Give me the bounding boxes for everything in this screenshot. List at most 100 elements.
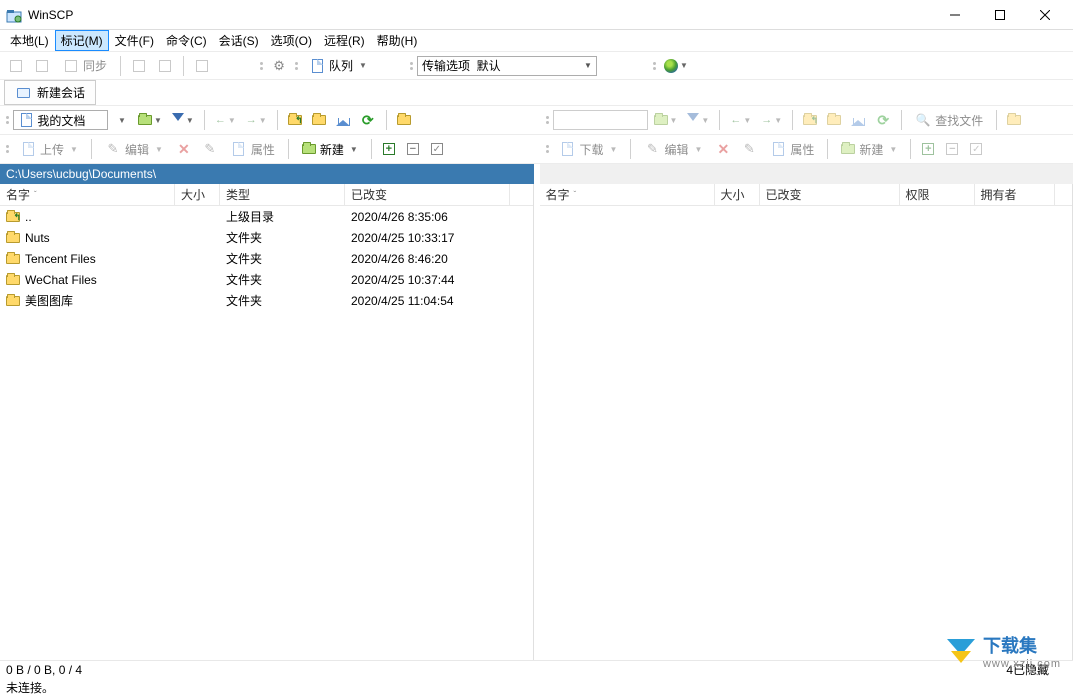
left-filter-button[interactable]: ▼ [168,109,198,131]
left-delete-button: ✕ [172,138,196,160]
menu-mark[interactable]: 标记(M) [55,30,109,51]
left-drive-label: 我的文档 [37,112,85,129]
file-name: Nuts [25,231,50,245]
col-changed[interactable]: 已改变 [345,184,510,205]
right-home-button [847,109,869,131]
toggle-2-icon [153,55,177,77]
window-title: WinSCP [28,8,932,22]
left-nav-toolbar: 我的文档 ▼ ▼ ▼ ←▼ →▼ ⟳ [0,106,534,134]
right-check-button: ✓ [965,138,987,160]
left-open-folder-button[interactable]: ▼ [134,109,166,131]
col-size[interactable]: 大小 [715,184,760,205]
menu-options[interactable]: 选项(O) [265,30,318,51]
selection-text: 0 B / 0 B, 0 / 4 [6,663,82,677]
connection-status-bar: 未连接。 [0,678,1073,696]
right-open-folder-button: ▼ [650,109,682,131]
file-changed: 2020/4/25 11:04:54 [345,292,510,310]
menu-bar: 本地(L) 标记(M) 文件(F) 命令(C) 会话(S) 选项(O) 远程(R… [0,30,1073,52]
table-row[interactable]: 美图图库文件夹2020/4/25 11:04:54 [0,290,533,311]
right-parent-button [799,109,821,131]
left-drive-combo[interactable]: 我的文档 [13,110,108,130]
right-delete-button: ✕ [711,138,735,160]
right-fwd-button: →▼ [757,109,786,131]
menu-local[interactable]: 本地(L) [4,30,55,51]
left-columns-header: 名字ˇ 大小 类型 已改变 [0,184,533,206]
table-row[interactable]: Tencent Files文件夹2020/4/26 8:46:20 [0,248,533,269]
left-parent-button[interactable] [284,109,306,131]
main-toolbar: 同步 ⚙ 队列▼ 传输选项 默认 ▼ ▼ [0,52,1073,80]
download-button: 下载▼ [553,138,625,160]
table-row[interactable]: WeChat Files文件夹2020/4/25 10:37:44 [0,269,533,290]
menu-session[interactable]: 会话(S) [213,30,265,51]
left-props-button: 属性 [224,138,282,160]
col-name[interactable]: 名字ˇ [0,184,175,205]
folder-icon [6,254,20,264]
right-minus-button: − [941,138,963,160]
right-panel: 名字ˇ 大小 已改变 权限 拥有者 [540,164,1073,660]
table-row[interactable]: Nuts文件夹2020/4/25 10:33:17 [0,227,533,248]
close-button[interactable] [1022,0,1067,30]
col-size[interactable]: 大小 [175,184,220,205]
sync-button: 同步 [56,55,114,77]
settings-button[interactable]: ⚙ [267,55,291,77]
left-panel: C:\Users\ucbug\Documents\ 名字ˇ 大小 类型 已改变 … [0,164,534,660]
folder-icon [6,233,20,243]
window-controls [932,0,1067,30]
left-refresh-button[interactable]: ⟳ [356,109,380,131]
col-changed[interactable]: 已改变 [760,184,900,205]
file-type: 文件夹 [220,290,345,311]
menu-help[interactable]: 帮助(H) [371,30,424,51]
watermark: 下载集 www.xzji.com [945,632,1061,670]
left-fwd-button: →▼ [242,109,271,131]
right-columns-header: 名字ˇ 大小 已改变 权限 拥有者 [540,184,1073,206]
right-filter-button: ▼ [683,109,713,131]
left-plus-button[interactable]: + [378,138,400,160]
maximize-button[interactable] [977,0,1022,30]
right-new-button: 新建▼ [834,138,904,160]
left-drive-dd[interactable]: ▼ [110,109,132,131]
file-changed: 2020/4/26 8:35:06 [345,208,510,226]
upload-button: 上传▼ [13,138,85,160]
table-row[interactable]: ..上级目录2020/4/26 8:35:06 [0,206,533,227]
transfer-settings-combo[interactable]: 传输选项 默认 ▼ [417,56,597,76]
right-tree-button [1003,109,1025,131]
file-name: Tencent Files [25,252,96,266]
left-root-button[interactable] [308,109,330,131]
new-session-tab[interactable]: 新建会话 [4,80,96,105]
col-rights[interactable]: 权限 [900,184,975,205]
selection-status-bar: 0 B / 0 B, 0 / 4 4已隐藏 [0,660,1073,678]
menu-remote[interactable]: 远程(R) [318,30,371,51]
panels: C:\Users\ucbug\Documents\ 名字ˇ 大小 类型 已改变 … [0,164,1073,660]
right-action-toolbar: 下载▼ ✎编辑▼ ✕ ✎ 属性 新建▼ + − ✓ [540,135,1073,163]
file-type: 文件夹 [220,248,345,269]
connection-text: 未连接。 [6,679,54,696]
documents-icon [18,112,34,128]
left-path-bar[interactable]: C:\Users\ucbug\Documents\ [0,164,534,184]
left-home-button[interactable] [332,109,354,131]
right-path-bar[interactable] [540,164,1073,184]
nav-toolbars: 我的文档 ▼ ▼ ▼ ←▼ →▼ ⟳ ▼ ▼ ←▼ →▼ ⟳ 🔍查找文件 [0,106,1073,135]
col-owner[interactable]: 拥有者 [975,184,1055,205]
right-file-list[interactable]: 名字ˇ 大小 已改变 权限 拥有者 [540,184,1073,660]
transfer-label: 传输选项 [422,57,470,74]
left-new-button[interactable]: 新建▼ [295,138,365,160]
col-type[interactable]: 类型 [220,184,345,205]
left-file-list[interactable]: 名字ˇ 大小 类型 已改变 ..上级目录2020/4/26 8:35:06Nut… [0,184,534,660]
col-name[interactable]: 名字ˇ [540,184,715,205]
menu-file[interactable]: 文件(F) [109,30,160,51]
left-tree-button[interactable] [393,109,415,131]
website-button[interactable]: ▼ [660,55,692,77]
action-toolbars: 上传▼ ✎编辑▼ ✕ ✎ 属性 新建▼ + − ✓ 下载▼ ✎编辑▼ ✕ ✎ 属… [0,135,1073,164]
title-bar: WinSCP [0,0,1073,30]
menu-command[interactable]: 命令(C) [160,30,213,51]
download-logo-icon [945,635,977,667]
right-props-button: 属性 [763,138,821,160]
file-changed: 2020/4/25 10:37:44 [345,271,510,289]
left-back-button: ←▼ [211,109,240,131]
left-minus-button[interactable]: − [402,138,424,160]
minimize-button[interactable] [932,0,977,30]
queue-button[interactable]: 队列▼ [302,55,374,77]
right-rename-button: ✎ [737,138,761,160]
right-edit-button: ✎编辑▼ [637,138,709,160]
left-check-button[interactable]: ✓ [426,138,448,160]
